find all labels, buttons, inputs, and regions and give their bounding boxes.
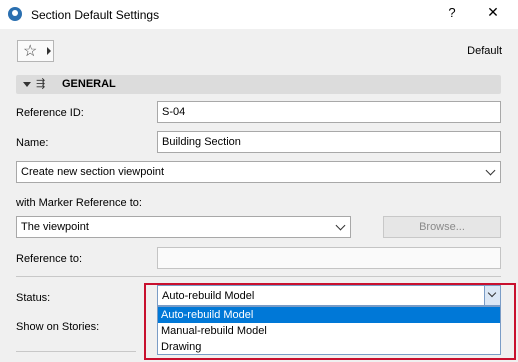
viewpoint-select[interactable]: Create new section viewpoint xyxy=(16,161,501,183)
name-field[interactable]: Building Section xyxy=(157,131,501,153)
status-label: Status: xyxy=(16,292,51,304)
star-icon: ☆ xyxy=(23,43,38,60)
section-title: GENERAL xyxy=(62,78,116,90)
collapse-triangle-icon[interactable] xyxy=(23,82,31,87)
close-button[interactable]: ✕ xyxy=(484,4,502,22)
show-on-stories-label: Show on Stories: xyxy=(16,321,100,333)
chevron-down-icon xyxy=(485,165,496,176)
help-button[interactable]: ? xyxy=(444,5,460,23)
marker-reference-label: with Marker Reference to: xyxy=(16,197,142,209)
reference-to-label: Reference to: xyxy=(16,253,83,265)
dialog-body: ☆ Default ⇶ GENERAL Reference ID: S-04 N… xyxy=(0,29,518,362)
favorites-button[interactable]: ☆ xyxy=(17,40,54,62)
divider xyxy=(16,276,501,277)
browse-button[interactable]: Browse... xyxy=(383,216,501,238)
reference-to-field[interactable] xyxy=(157,247,501,269)
name-label: Name: xyxy=(16,137,49,149)
highlight-annotation-box xyxy=(144,283,516,360)
reference-id-field[interactable]: S-04 xyxy=(157,101,501,123)
reference-id-label: Reference ID: xyxy=(16,107,84,119)
title-bar: Section Default Settings ? ✕ xyxy=(0,0,518,29)
marker-reference-select[interactable]: The viewpoint xyxy=(16,216,351,238)
caret-right-icon xyxy=(47,47,51,55)
viewpoint-select-value: Create new section viewpoint xyxy=(21,166,165,178)
divider xyxy=(16,351,136,352)
general-section-header[interactable]: ⇶ GENERAL xyxy=(16,75,501,94)
marker-reference-value: The viewpoint xyxy=(21,221,89,233)
section-general-icon: ⇶ xyxy=(36,78,46,90)
archicad-app-icon xyxy=(8,7,22,21)
window-title: Section Default Settings xyxy=(31,8,160,22)
chevron-down-icon xyxy=(335,220,346,231)
default-label: Default xyxy=(467,45,502,57)
